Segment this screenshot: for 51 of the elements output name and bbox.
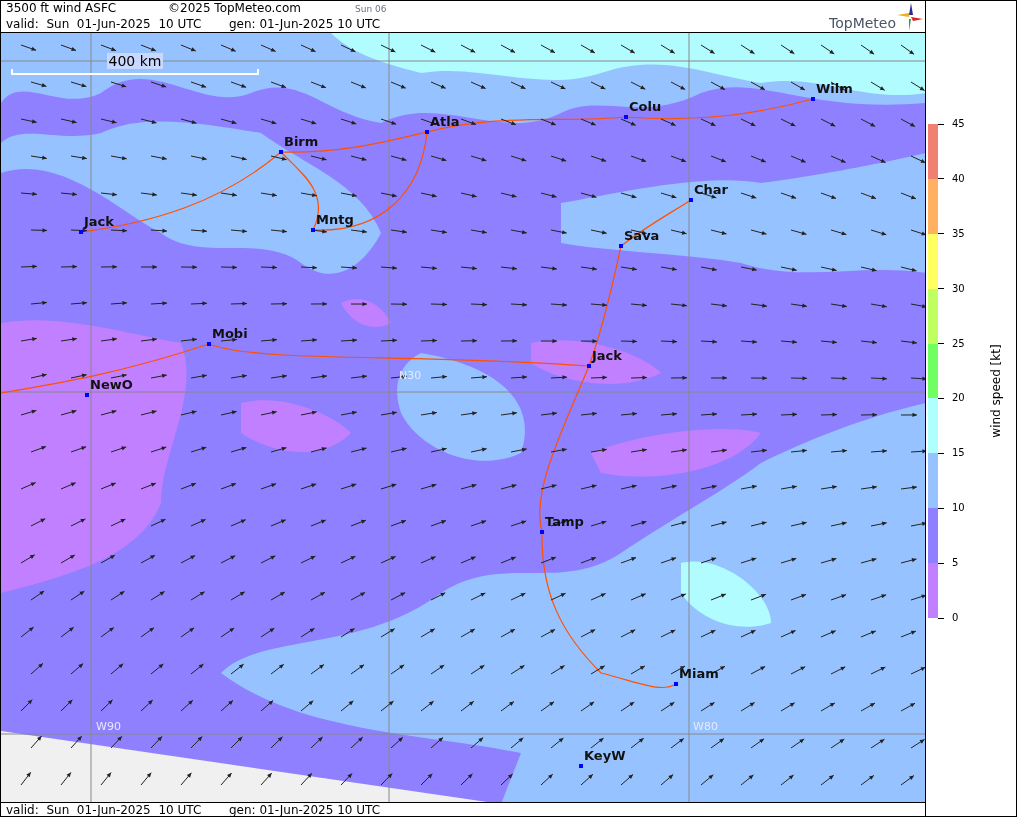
city-marker-icon [207, 342, 211, 346]
city-marker-icon [279, 150, 283, 154]
city-label: Wilm [816, 82, 853, 96]
grid-label: N30 [399, 370, 422, 382]
footer-valid-time: valid: Sun 01-Jun-2025 10 UTC [6, 803, 203, 816]
city-label: KeyW [584, 749, 626, 763]
scale-tick-label: 40 [952, 171, 965, 186]
scale-tick-label: 0 [952, 611, 959, 625]
city-label: Jack [84, 215, 114, 229]
scale-tick-label: 25 [952, 336, 965, 351]
valid-time: valid: Sun 01-Jun-2025 10 UTC [6, 17, 203, 32]
city-marker-icon [79, 230, 83, 234]
compass-star-icon [897, 3, 923, 31]
scale-tick-label: 45 [952, 117, 965, 131]
scale-tick-label: 35 [952, 226, 965, 241]
city-label: Char [694, 183, 728, 197]
city-label: NewO [90, 378, 133, 392]
city-marker-icon [85, 393, 89, 397]
city-label: Atla [430, 115, 460, 129]
scale-tick-label: 5 [952, 556, 959, 571]
grid-label: W90 [96, 721, 121, 733]
legend-title: wind speed [kt] [989, 344, 1003, 438]
scale-tick-label: 10 [952, 501, 965, 516]
city-marker-icon [425, 130, 429, 134]
footer-generated-time: gen: 01-Jun-2025 10 UTC [229, 803, 381, 816]
city-marker-icon [579, 764, 583, 768]
city-marker-icon [311, 228, 315, 232]
grid-label: W80 [693, 721, 718, 733]
city-label: Tamp [545, 515, 584, 529]
scale-label: 400 km [106, 53, 164, 69]
city-label: Colu [629, 100, 662, 114]
city-marker-icon [674, 682, 678, 686]
city-marker-icon [619, 244, 623, 248]
city-label: Jack [592, 349, 622, 363]
city-marker-icon [689, 198, 693, 202]
generated-time: gen: 01-Jun-2025 10 UTC [229, 17, 381, 32]
day-code: Sun 06 [355, 3, 387, 16]
city-marker-icon [624, 115, 628, 119]
chart-title: 3500 ft wind ASFC [6, 1, 118, 16]
scale-tick-label: 30 [952, 281, 965, 296]
logo-text: TopMeteo [829, 15, 896, 31]
city-marker-icon [811, 97, 815, 101]
scale-tick-label: 20 [952, 391, 965, 406]
city-marker-icon [587, 364, 591, 368]
copyright-text: ©2025 TopMeteo.com [168, 1, 302, 16]
city-label: Mobi [212, 327, 248, 341]
city-label: Miam [679, 667, 719, 681]
city-marker-icon [540, 530, 544, 534]
city-label: Birm [284, 135, 319, 149]
scale-tick-label: 15 [952, 446, 965, 461]
city-label: Mntg [316, 213, 354, 227]
